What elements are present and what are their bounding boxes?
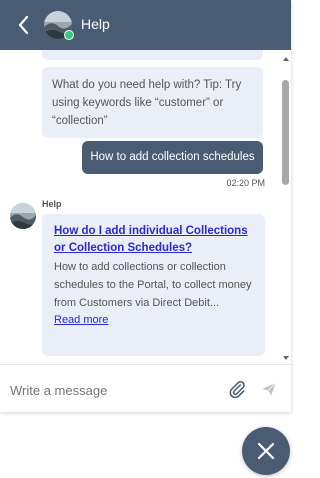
- previous-message-bubble: [42, 50, 263, 60]
- message-timestamp: 02:20 PM: [226, 178, 265, 188]
- scroll-down-arrow-icon[interactable]: [283, 356, 289, 360]
- agent-avatar: [44, 11, 74, 40]
- message-input[interactable]: [8, 376, 212, 404]
- bot-message: What do you need help with? Tip: Try usi…: [42, 67, 263, 138]
- scrollbar-thumb[interactable]: [282, 80, 289, 185]
- bot-sender-name: Help: [42, 199, 62, 209]
- online-status-indicator: [64, 30, 74, 40]
- chat-widget: Help What do you need help with? Tip: Tr…: [0, 0, 291, 412]
- scroll-up-arrow-icon[interactable]: [283, 57, 289, 61]
- article-card: How do I add individual Collections or C…: [42, 214, 265, 356]
- send-icon[interactable]: [261, 381, 277, 397]
- user-message: How to add collection schedules: [82, 141, 263, 174]
- close-icon: [257, 442, 275, 460]
- bot-avatar: [10, 203, 36, 229]
- article-title-link[interactable]: How do I add individual Collections or C…: [54, 223, 255, 257]
- chat-title: Help: [81, 16, 110, 32]
- message-composer: [0, 364, 291, 412]
- read-more-link[interactable]: Read more: [54, 314, 255, 326]
- close-chat-button[interactable]: [242, 427, 290, 475]
- chevron-left-icon[interactable]: [12, 12, 36, 38]
- article-snippet: How to add collections or collection sch…: [54, 261, 252, 309]
- message-list[interactable]: What do you need help with? Tip: Try usi…: [0, 50, 291, 364]
- chat-header: Help: [0, 0, 291, 50]
- paperclip-icon[interactable]: [228, 380, 246, 399]
